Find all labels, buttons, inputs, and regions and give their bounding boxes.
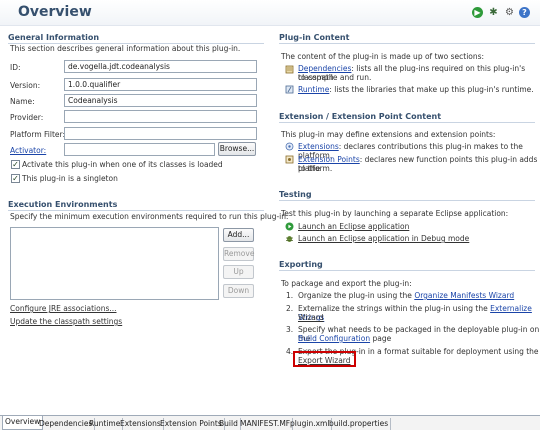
page-header: Overview ▶ ✱ ⚙ ? [0, 0, 540, 26]
organize-manifests-link[interactable]: Organize Manifests Wizard [414, 291, 514, 300]
configure-jre-link[interactable]: Configure JRE associations... [10, 304, 117, 313]
singleton-checkbox-label: This plug-in is a singleton [22, 174, 118, 183]
activator-field[interactable] [64, 143, 215, 156]
bug-icon[interactable]: ✱ [488, 7, 499, 18]
extensions-icon [285, 142, 294, 151]
exporting-rule [279, 270, 535, 271]
step-2-text: Externalize the strings within the plug-… [298, 304, 491, 313]
dependencies-icon [285, 65, 294, 74]
singleton-checkbox[interactable]: ✓ [11, 174, 20, 183]
export-wizard-highlight [293, 351, 356, 367]
debug-launch-icon [286, 236, 293, 242]
gear-icon[interactable]: ⚙ [504, 7, 515, 18]
extension-content-desc: This plug-in may define extensions and e… [281, 130, 496, 139]
activate-checkbox-label: Activate this plug-in when one of its cl… [22, 160, 223, 169]
testing-title: Testing [279, 190, 312, 199]
tab-manifest[interactable]: MANIFEST.MF [238, 418, 294, 430]
run-icon[interactable]: ▶ [472, 7, 483, 18]
general-info-title: General Information [8, 33, 100, 42]
plugin-content-title: Plug-in Content [279, 33, 350, 42]
remove-button[interactable]: Remove [223, 247, 254, 261]
testing-rule [279, 200, 535, 201]
extension-points-text-2: platform. [298, 164, 333, 173]
name-label: Name: [10, 97, 35, 106]
launch-app-link[interactable]: Launch an Eclipse application [298, 222, 409, 231]
name-field[interactable]: Codeanalysis [64, 94, 257, 107]
platform-filter-label: Platform Filter: [10, 130, 65, 139]
version-field[interactable]: 1.0.0.qualifier [64, 78, 257, 91]
id-label: ID: [10, 63, 21, 72]
step-2-number: 2. [286, 304, 294, 313]
activator-link[interactable]: Activator: [10, 146, 46, 155]
step-3-number: 3. [286, 325, 294, 334]
extension-points-icon [285, 155, 294, 164]
provider-label: Provider: [10, 113, 44, 122]
tab-plugin-xml[interactable]: plugin.xml [288, 418, 333, 430]
platform-filter-field[interactable] [64, 127, 257, 140]
exec-env-title: Execution Environments [8, 200, 118, 209]
extensions-link[interactable]: Extensions [298, 142, 339, 151]
run-launch-icon [285, 222, 294, 231]
tab-build-properties[interactable]: build.properties [327, 418, 392, 430]
activate-checkbox[interactable]: ✓ [11, 160, 20, 169]
editor-tab-bar: Overview Dependencies Runtime Extensions… [0, 415, 540, 430]
exporting-desc: To package and export the plug-in: [281, 279, 412, 288]
tab-extensions[interactable]: Extensions [118, 418, 164, 430]
testing-desc: Test this plug-in by launching a separat… [281, 209, 509, 218]
step-3-line-2: Build Configuration page [298, 334, 391, 343]
help-icon[interactable]: ? [519, 7, 530, 18]
launch-debug-link[interactable]: Launch an Eclipse application in Debug m… [298, 234, 469, 243]
plugin-content-rule [279, 43, 535, 44]
update-classpath-link[interactable]: Update the classpath settings [10, 317, 122, 326]
build-configuration-link[interactable]: Build Configuration [298, 334, 370, 343]
extension-content-title: Extension / Extension Point Content [279, 112, 442, 121]
id-field[interactable]: de.vogella.jdt.codeanalysis [64, 60, 257, 73]
up-button[interactable]: Up [223, 265, 254, 279]
page-title: Overview [18, 4, 92, 20]
down-button[interactable]: Down [223, 284, 254, 298]
extension-content-rule [279, 122, 535, 123]
runtime-icon [285, 85, 294, 94]
exec-env-rule [8, 210, 264, 211]
general-info-desc: This section describes general informati… [10, 44, 241, 53]
step-1-number: 1. [286, 291, 294, 300]
tab-extension-points[interactable]: Extension Points [158, 418, 225, 430]
dependencies-text-2: to compile and run. [298, 73, 372, 82]
extension-points-link[interactable]: Extension Points [298, 155, 360, 164]
exporting-title: Exporting [279, 260, 323, 269]
plugin-content-desc: The content of the plug-in is made up of… [281, 52, 485, 61]
add-button[interactable]: Add... [223, 228, 254, 242]
step-2: Externalize the strings within the plug-… [298, 304, 540, 322]
step-3-tail: page [370, 334, 392, 343]
exec-env-list[interactable] [10, 227, 219, 300]
browse-button[interactable]: Browse... [218, 142, 256, 156]
dependencies-link[interactable]: Dependencies [298, 64, 351, 73]
extension-points-line: Extension Points: declares new function … [298, 155, 540, 173]
externalize-strings-link-2[interactable]: Wizard [298, 313, 324, 322]
runtime-line: Runtime: lists the libraries that make u… [298, 85, 534, 94]
runtime-text: : lists the libraries that make up this … [329, 85, 534, 94]
step-1: Organize the plug-in using the Organize … [298, 291, 514, 300]
exec-env-desc: Specify the minimum execution environmen… [10, 212, 289, 221]
provider-field[interactable] [64, 110, 257, 123]
runtime-link[interactable]: Runtime [298, 85, 329, 94]
step-1-text: Organize the plug-in using the [298, 291, 415, 300]
version-label: Version: [10, 81, 41, 90]
